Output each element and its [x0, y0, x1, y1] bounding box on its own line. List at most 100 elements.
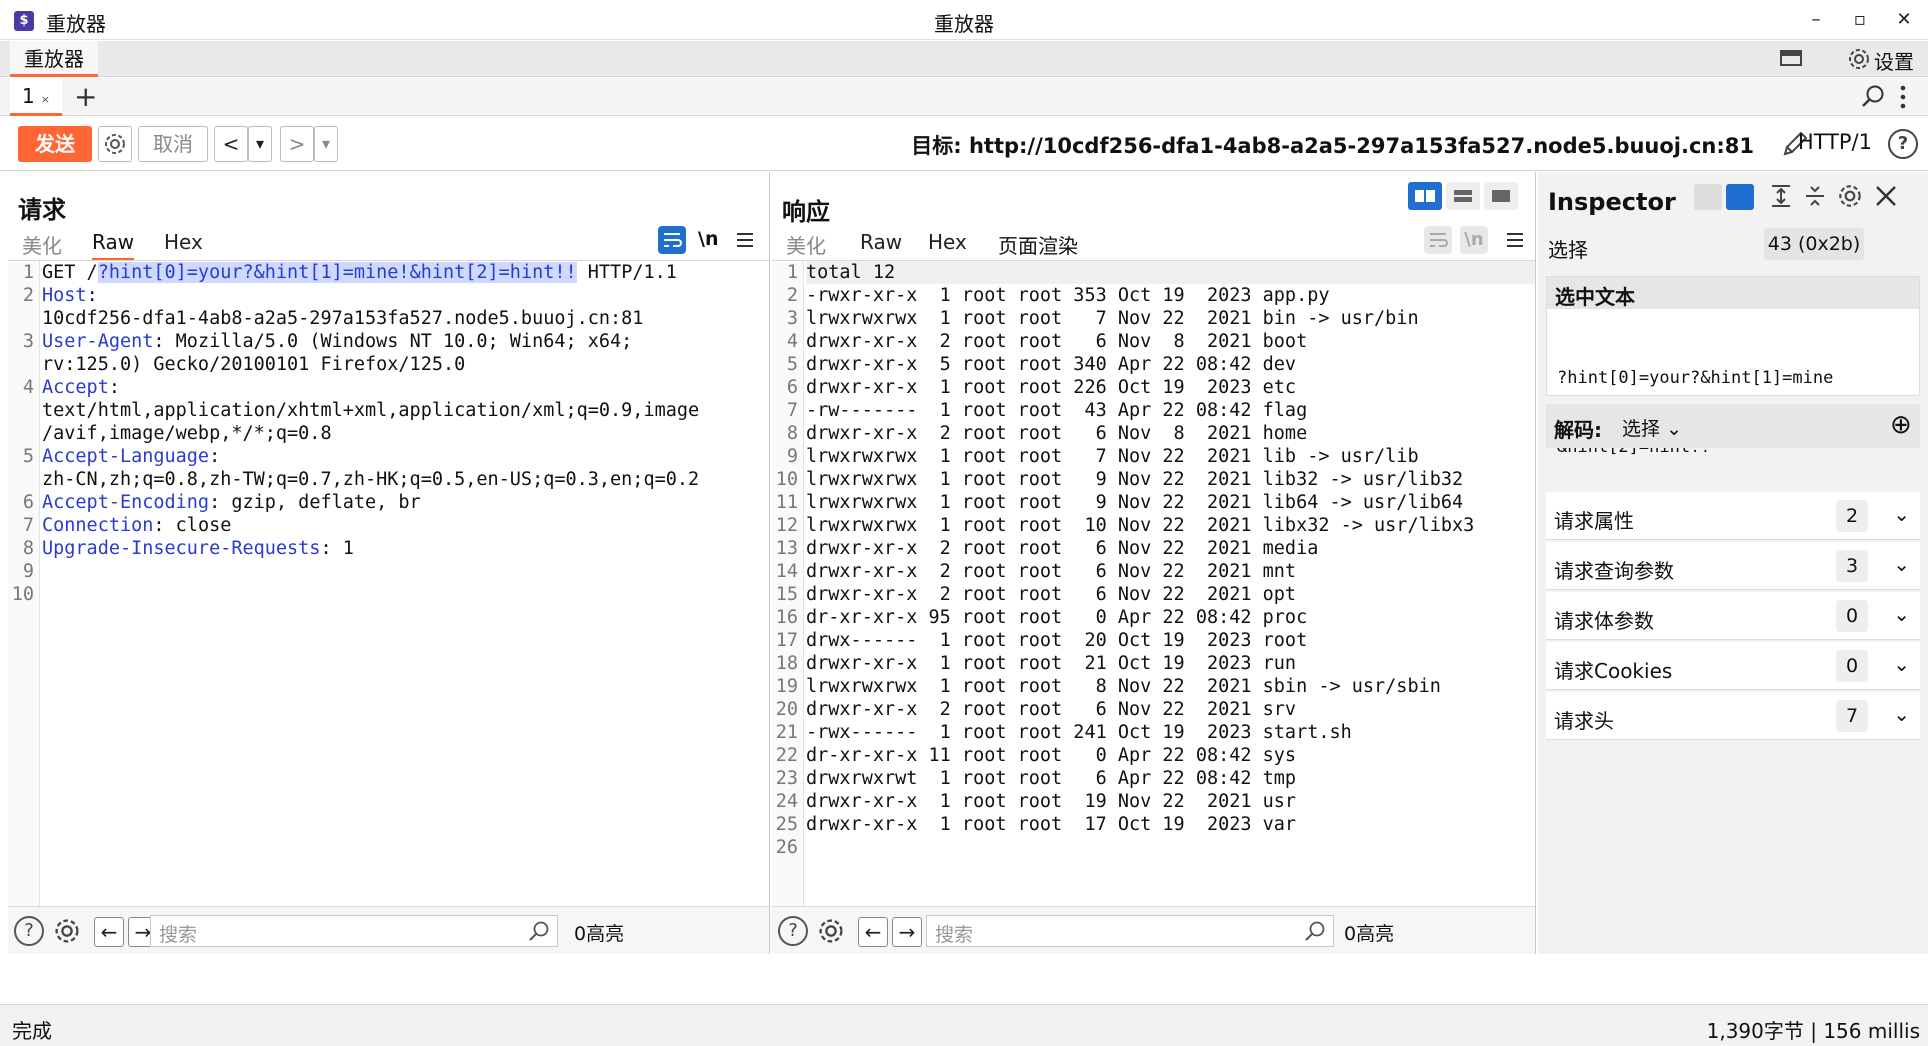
layout-tabs-icon[interactable] — [1484, 182, 1518, 210]
line-text: 10cdf256-dfa1-4ab8-a2a5-297a153fa527.nod… — [42, 307, 643, 330]
code-line: 6 drwxr-xr-x 1 root root 226 Oct 19 2023 … — [772, 376, 1535, 399]
request-search-bar: ? ← → 搜索 0高亮 — [8, 906, 769, 954]
history-forward-button[interactable]: > — [280, 126, 314, 162]
repeater-toolbar: 发送 取消 < ▾ > ▾ 目标: http://10cdf256-dfa1-4… — [0, 117, 1928, 171]
response-search-input[interactable]: 搜索 — [926, 915, 1334, 947]
newline-toggle[interactable]: \n — [698, 228, 718, 250]
tab-label: 1 — [22, 84, 35, 108]
line-text: dr-xr-xr-x 11 root root 0 Apr 22 08:42 s… — [806, 745, 1297, 766]
code-text: rv:125.0) Gecko/20100101 Firefox/125.0 — [42, 354, 466, 375]
help-icon[interactable]: ? — [14, 916, 44, 946]
code-text: /avif,image/webp,*/*;q=0.8 — [42, 423, 332, 444]
add-tab-button[interactable]: + — [74, 80, 97, 113]
tab-pretty[interactable]: 美化 — [786, 230, 826, 259]
help-icon[interactable]: ? — [1888, 129, 1918, 159]
code-line: 1 GET /?hint[0]=your?&hint[1]=mine!&hint[… — [8, 261, 769, 284]
code-line: 23 drwxrwxrwt 1 root root 6 Apr 22 08:42 … — [772, 767, 1535, 790]
line-text: drwxr-xr-x 1 root root 17 Oct 19 2023 va… — [806, 814, 1297, 835]
line-number: 10 — [775, 469, 798, 490]
help-icon[interactable]: ? — [778, 916, 808, 946]
code-line: 22 dr-xr-xr-x 11 root root 0 Apr 22 08:42… — [772, 744, 1535, 767]
previous-match-arrow-icon[interactable]: ← — [858, 917, 888, 947]
decode-label: 解码: — [1554, 418, 1602, 442]
repeater-tool-tab[interactable]: 重放器 — [10, 41, 98, 77]
tab-1[interactable]: 1 × — [10, 78, 62, 116]
line-number: 19 — [775, 676, 798, 697]
close-inspector-icon[interactable] — [1874, 184, 1898, 212]
selection-length: 43 (0x2b) — [1764, 228, 1864, 260]
history-back-button[interactable]: < — [214, 126, 248, 162]
layout-side-by-side-icon[interactable] — [1408, 182, 1442, 210]
line-number: 20 — [775, 699, 798, 720]
previous-match-arrow-icon[interactable]: ← — [94, 917, 124, 947]
highlight-count: 0高亮 — [574, 923, 625, 945]
inspector-layout-icon[interactable] — [1694, 184, 1722, 210]
history-back-dropdown[interactable]: ▾ — [248, 126, 272, 162]
layout-stacked-icon[interactable] — [1446, 182, 1480, 210]
section-count: 0 — [1836, 600, 1868, 632]
title-bar: $ 重放器 重放器 – ▫ ✕ — [0, 0, 1928, 40]
code-line: 7 -rw------- 1 root root 43 Apr 22 08:42 … — [772, 399, 1535, 422]
inspector-section-query-params[interactable]: 请求查询参数 3 ⌄ — [1546, 542, 1920, 590]
tab-hex[interactable]: Hex — [164, 230, 203, 254]
selection-label: 选择 — [1548, 238, 1588, 262]
line-text: Accept: — [42, 376, 120, 399]
settings-gear-icon[interactable] — [1846, 46, 1872, 76]
more-options-icon[interactable] — [1900, 84, 1906, 114]
decode-select[interactable]: 选择 ⌄ — [1614, 410, 1690, 442]
request-editor[interactable]: 1 GET /?hint[0]=your?&hint[1]=mine!&hint[… — [8, 260, 769, 950]
line-number: 18 — [775, 653, 798, 674]
line-number: 6 — [22, 492, 34, 513]
decode-select-value: 选择 — [1622, 418, 1661, 440]
response-editor[interactable]: 1 total 12 2 -rwxr-xr-x 1 root root 353 Oct… — [772, 260, 1535, 950]
tab-raw[interactable]: Raw — [860, 230, 902, 254]
code-line: 10 — [8, 583, 769, 606]
maximize-button[interactable]: ▫ — [1840, 6, 1880, 34]
panel-layout-icon[interactable] — [1780, 49, 1802, 67]
wrap-lines-icon[interactable] — [1424, 226, 1452, 254]
minimize-button[interactable]: – — [1796, 6, 1836, 34]
line-text: lrwxrwxrwx 1 root root 9 Nov 22 2021 lib… — [806, 469, 1464, 490]
tab-hex[interactable]: Hex — [928, 230, 967, 254]
section-count: 3 — [1836, 550, 1868, 582]
http-version-toggle[interactable]: HTTP/1 — [1798, 130, 1872, 154]
menu-icon[interactable] — [1506, 232, 1524, 252]
line-number: 16 — [775, 607, 798, 628]
history-forward-dropdown[interactable]: ▾ — [314, 126, 338, 162]
tab-raw[interactable]: Raw — [92, 230, 135, 261]
code-line: zh-CN,zh;q=0.8,zh-TW;q=0.7,zh-HK;q=0.5,e… — [8, 468, 769, 491]
inspector-layout-active-icon[interactable] — [1726, 184, 1754, 210]
search-settings-gear-icon[interactable] — [52, 916, 82, 950]
line-text: drwxrwxrwt 1 root root 6 Apr 22 08:42 tm… — [806, 768, 1297, 789]
next-match-arrow-icon[interactable]: → — [892, 917, 922, 947]
tab-pretty[interactable]: 美化 — [22, 230, 62, 259]
menu-icon[interactable] — [736, 232, 754, 252]
line-number: 3 — [22, 331, 34, 352]
add-decoder-icon[interactable]: ⊕ — [1890, 410, 1912, 440]
collapse-all-icon[interactable] — [1804, 184, 1826, 213]
search-settings-gear-icon[interactable] — [816, 916, 846, 950]
inspector-settings-gear-icon[interactable] — [1836, 182, 1864, 214]
send-settings-gear-icon[interactable] — [98, 126, 132, 162]
close-window-button[interactable]: ✕ — [1884, 6, 1924, 34]
newline-toggle[interactable]: \n — [1460, 226, 1488, 254]
inspector-section-request-attributes[interactable]: 请求属性 2 ⌄ — [1546, 492, 1920, 540]
selected-text-line: ?hint[0]=your?&hint[1]=mine — [1557, 368, 1834, 388]
inspector-section-body-params[interactable]: 请求体参数 0 ⌄ — [1546, 592, 1920, 640]
inspector-section-headers[interactable]: 请求头 7 ⌄ — [1546, 692, 1920, 740]
line-text: total 12 — [806, 262, 896, 283]
settings-label[interactable]: 设置 — [1874, 46, 1914, 75]
code-text: : — [209, 446, 221, 467]
tab-close-icon[interactable]: × — [41, 93, 50, 106]
request-search-input[interactable]: 搜索 — [150, 915, 558, 947]
inspector-section-cookies[interactable]: 请求Cookies 0 ⌄ — [1546, 642, 1920, 690]
expand-all-icon[interactable] — [1770, 184, 1792, 213]
line-number: 6 — [786, 377, 798, 398]
line-number: 4 — [22, 377, 34, 398]
search-icon[interactable] — [1860, 84, 1886, 114]
send-button[interactable]: 发送 — [18, 126, 92, 162]
cancel-button[interactable]: 取消 — [138, 126, 208, 162]
code-text: : 1 — [320, 538, 354, 559]
wrap-lines-icon[interactable] — [658, 226, 686, 254]
decode-section: 解码: 选择 ⌄ ⊕ — [1546, 404, 1920, 448]
